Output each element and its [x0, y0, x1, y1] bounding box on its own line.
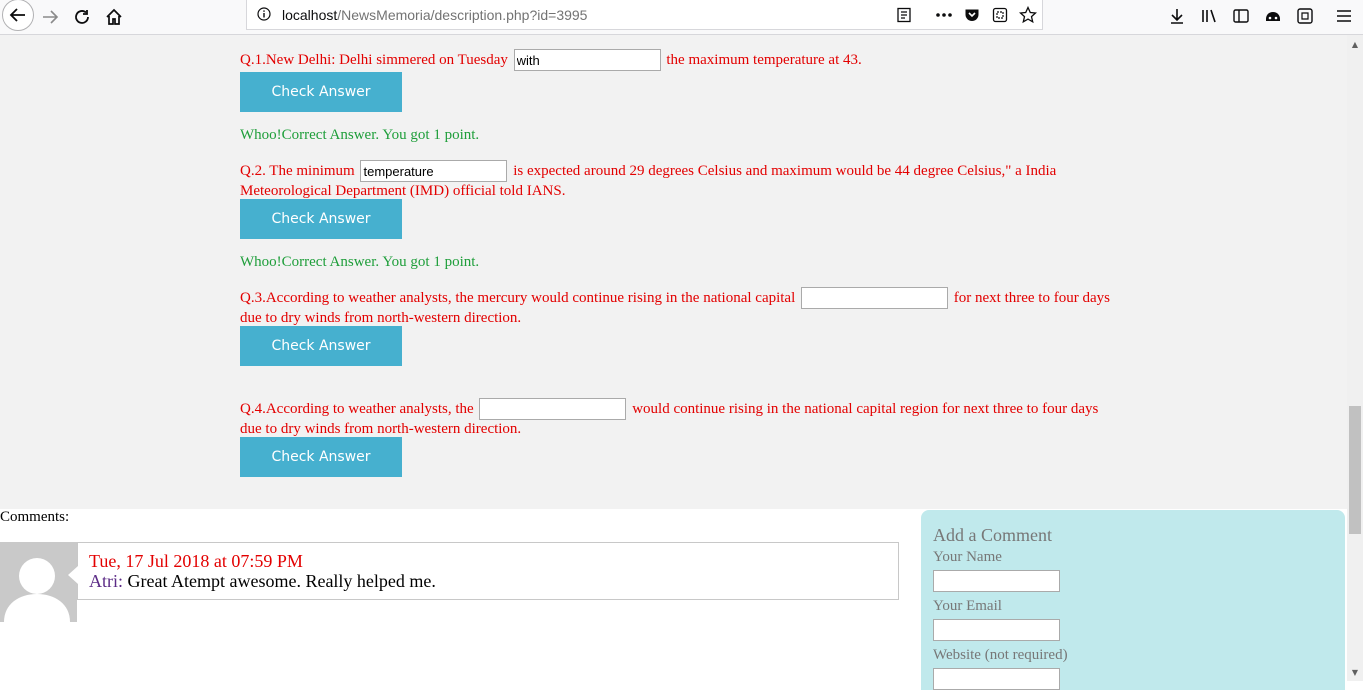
forward-button[interactable]	[36, 3, 64, 31]
add-comment-form: Add a Comment Your Name Your Email Websi…	[921, 510, 1345, 690]
screenshot-icon[interactable]	[990, 5, 1010, 25]
arrow-right-icon	[43, 10, 59, 24]
add-comment-title: Add a Comment	[933, 525, 1052, 545]
extension-icon[interactable]	[1262, 5, 1284, 27]
quiz-section: Q.1.New Delhi: Delhi simmered on Tuesday…	[0, 35, 1347, 509]
comment-item: Tue, 17 Jul 2018 at 07:59 PM Atri: Great…	[77, 542, 899, 600]
arrow-left-icon	[9, 8, 25, 22]
question-1-feedback: Whoo!Correct Answer. You got 1 point.	[240, 127, 480, 143]
home-button[interactable]	[100, 3, 128, 31]
page-actions-icon[interactable]	[934, 5, 954, 25]
question-1-answer-input[interactable]	[513, 49, 661, 71]
library-icon[interactable]	[1198, 5, 1220, 27]
scrollbar-thumb[interactable]	[1349, 406, 1361, 534]
question-3-answer-input[interactable]	[801, 287, 949, 309]
bookmark-star-icon[interactable]	[1018, 5, 1038, 25]
question-1: Q.1.New Delhi: Delhi simmered on Tuesday…	[240, 49, 1110, 71]
page-content: Q.1.New Delhi: Delhi simmered on Tuesday…	[0, 35, 1347, 690]
question-4: Q.4.According to weather analysts, the w…	[240, 398, 1110, 439]
reload-button[interactable]	[68, 3, 96, 31]
question-4-prefix: Q.4.According to weather analysts, the	[240, 401, 474, 417]
back-button[interactable]	[2, 0, 34, 31]
question-3-prefix: Q.3.According to weather analysts, the m…	[240, 290, 796, 306]
screenshots-tool-icon[interactable]	[1294, 5, 1316, 27]
menu-icon[interactable]	[1333, 5, 1355, 27]
website-label: Website (not required)	[933, 647, 1068, 663]
comments-heading: Comments:	[0, 509, 70, 525]
check-answer-button-1[interactable]: Check Answer	[240, 72, 402, 112]
question-2-feedback: Whoo!Correct Answer. You got 1 point.	[240, 254, 480, 270]
comment-author: Atri:	[89, 571, 123, 591]
website-input[interactable]	[933, 668, 1060, 690]
comment-date: Tue, 17 Jul 2018 at 07:59 PM	[89, 551, 303, 571]
browser-toolbar: localhost/NewsMemoria/description.php?id…	[0, 0, 1363, 35]
comment-text: Great Atempt awesome. Really helped me.	[127, 571, 436, 591]
scroll-down-icon[interactable]: ▼	[1350, 667, 1360, 677]
question-3: Q.3.According to weather analysts, the m…	[240, 287, 1110, 328]
comment-pointer-inner	[68, 566, 78, 584]
email-input[interactable]	[933, 619, 1060, 641]
name-label: Your Name	[933, 549, 1002, 565]
url-path: /NewsMemoria/description.php?id=3995	[337, 7, 588, 23]
scrollbar-track[interactable]	[1347, 35, 1363, 681]
reload-icon	[75, 10, 89, 24]
url-bar[interactable]: localhost/NewsMemoria/description.php?id…	[246, 0, 1043, 30]
home-icon	[106, 8, 122, 25]
question-2: Q.2. The minimum is expected around 29 d…	[240, 160, 1110, 201]
reader-view-icon[interactable]	[894, 5, 914, 25]
check-answer-button-2[interactable]: Check Answer	[240, 199, 402, 239]
info-icon[interactable]	[257, 7, 271, 21]
url-text: localhost/NewsMemoria/description.php?id…	[282, 7, 587, 23]
question-2-prefix: Q.2. The minimum	[240, 163, 355, 179]
pocket-icon[interactable]	[962, 5, 982, 25]
email-label: Your Email	[933, 598, 1002, 614]
downloads-icon[interactable]	[1166, 5, 1188, 27]
scroll-up-icon[interactable]: ▲	[1350, 39, 1360, 49]
name-input[interactable]	[933, 570, 1060, 592]
url-host: localhost	[282, 7, 338, 23]
check-answer-button-4[interactable]: Check Answer	[240, 437, 402, 477]
sidebar-icon[interactable]	[1230, 5, 1252, 27]
question-1-suffix: the maximum temperature at 43.	[666, 52, 862, 68]
question-4-answer-input[interactable]	[479, 398, 627, 420]
check-answer-button-3[interactable]: Check Answer	[240, 326, 402, 366]
question-2-answer-input[interactable]	[360, 160, 508, 182]
question-1-prefix: Q.1.New Delhi: Delhi simmered on Tuesday	[240, 52, 508, 68]
comment-body: Atri: Great Atempt awesome. Really helpe…	[89, 571, 436, 592]
